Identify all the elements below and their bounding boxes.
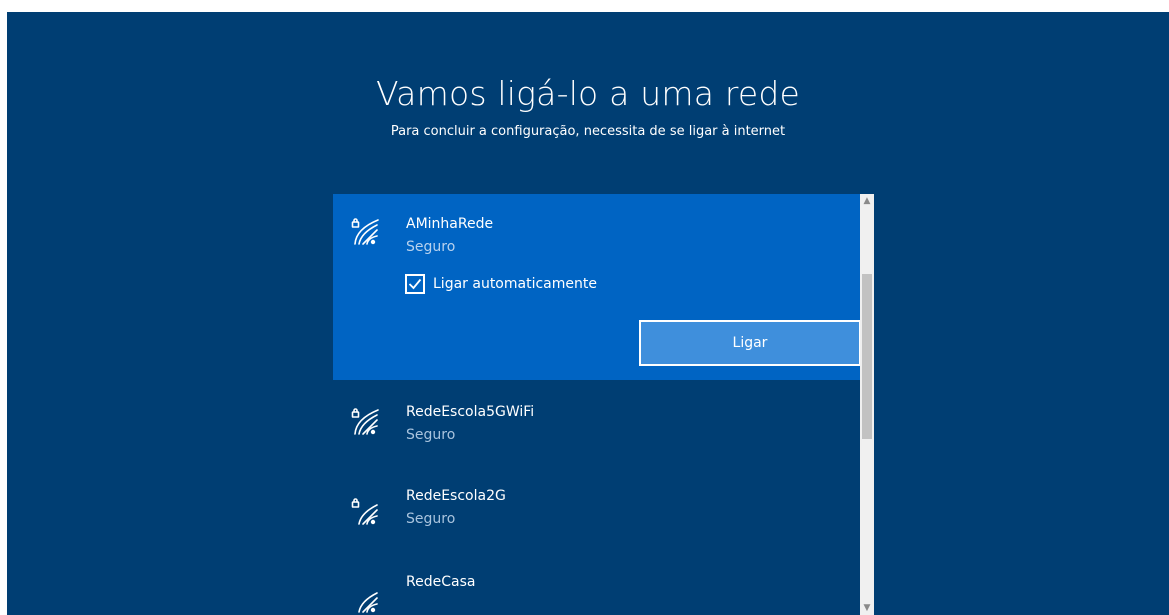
network-list[interactable]: AMinhaRede Seguro Ligar automaticamente … — [333, 194, 874, 615]
network-name: RedeEscola2G — [406, 488, 506, 504]
setup-screen: Vamos ligá-lo a uma rede Para concluir a… — [7, 12, 1169, 615]
network-name: RedeEscola5GWiFi — [406, 404, 535, 420]
network-item-redeescola2g[interactable]: RedeEscola2G Seguro — [333, 480, 860, 560]
page-subtitle: Para concluir a configuração, necessita … — [390, 124, 786, 139]
chevron-up-icon[interactable]: ▲ — [860, 194, 874, 208]
network-status: Seguro — [406, 239, 456, 255]
auto-connect-option[interactable]: Ligar automaticamente — [405, 273, 597, 295]
scrollbar[interactable]: ▲ ▼ — [860, 194, 874, 615]
wifi-icon — [358, 592, 378, 613]
network-status: Seguro — [406, 511, 456, 527]
network-item-aminharede[interactable]: AMinhaRede Seguro Ligar automaticamente … — [333, 194, 861, 380]
network-name: AMinhaRede — [406, 216, 494, 232]
wifi-secured-icon — [351, 218, 379, 245]
connect-button[interactable]: Ligar — [639, 320, 861, 366]
network-status: Seguro — [406, 427, 456, 443]
auto-connect-checkbox[interactable] — [405, 274, 425, 294]
network-item-redecasa[interactable]: RedeCasa — [333, 564, 860, 615]
wifi-secured-icon — [351, 408, 379, 435]
network-item-redeescola5gwifi[interactable]: RedeEscola5GWiFi Seguro — [333, 390, 860, 470]
scrollbar-thumb[interactable] — [862, 274, 872, 439]
network-name: RedeCasa — [406, 574, 476, 590]
checkmark-icon — [408, 278, 422, 290]
chevron-down-icon[interactable]: ▼ — [860, 601, 874, 615]
wifi-secured-icon — [351, 498, 378, 525]
auto-connect-label: Ligar automaticamente — [433, 276, 597, 292]
page-title: Vamos ligá-lo a uma rede — [375, 74, 801, 113]
